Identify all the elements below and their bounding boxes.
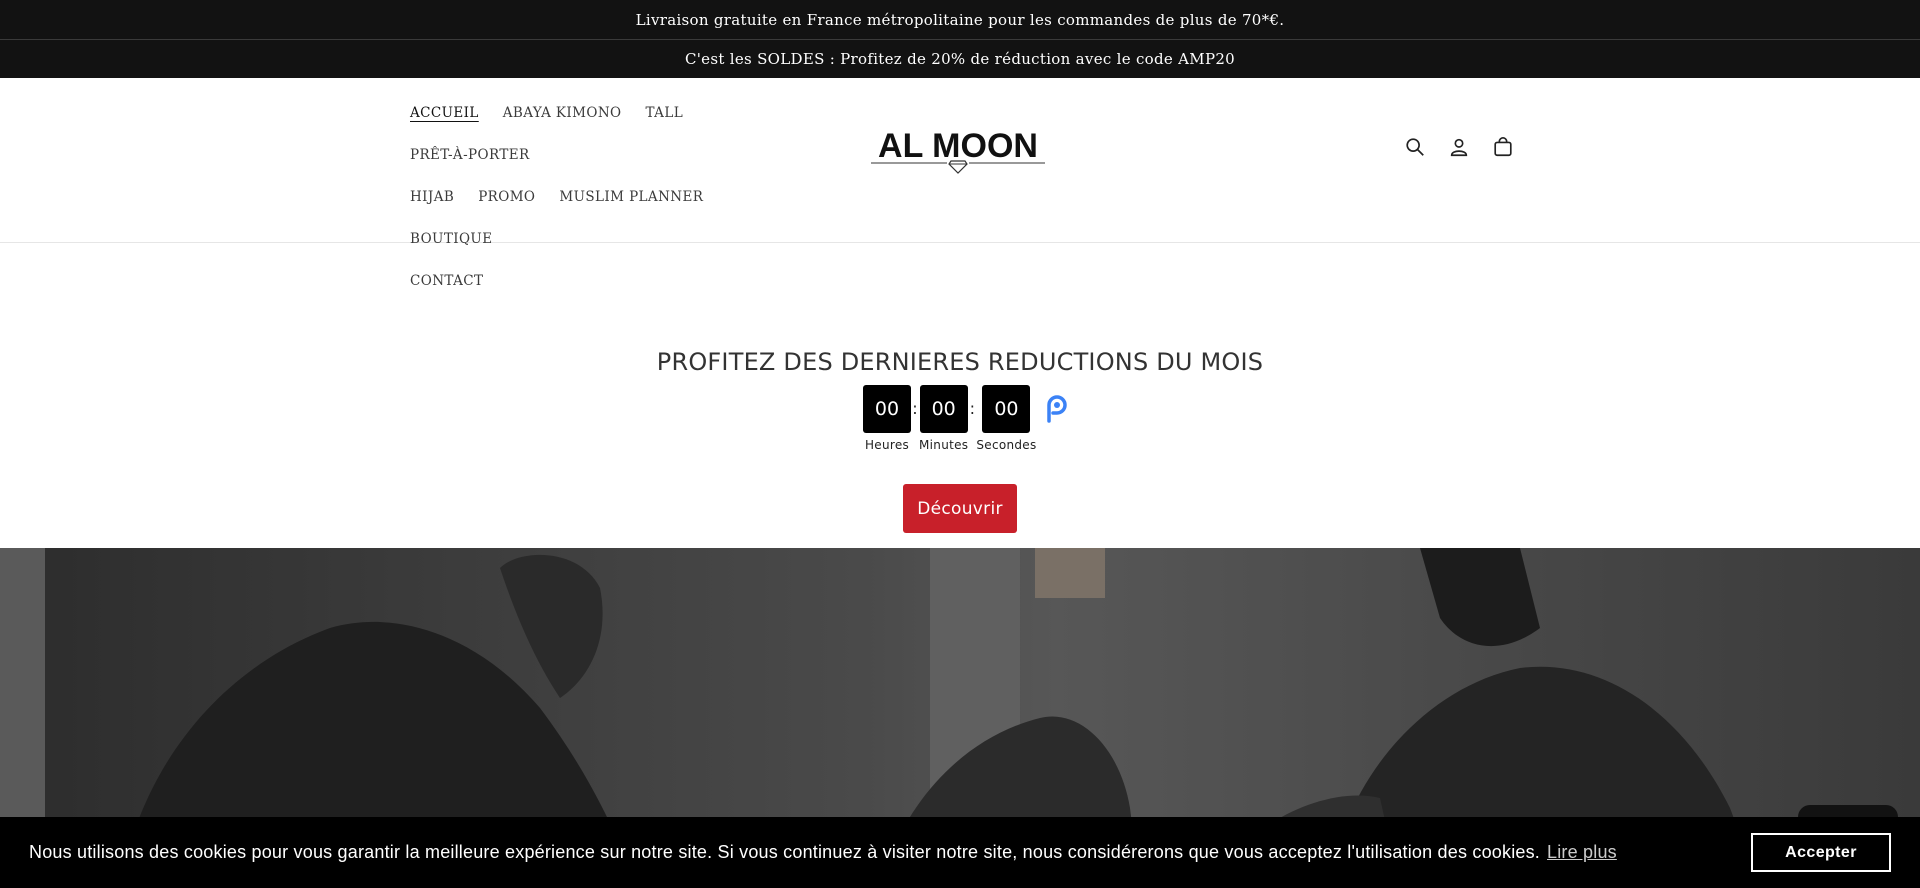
countdown-seconds-value: 00	[982, 385, 1031, 433]
nav-item-pret-a-porter[interactable]: PRÊT-À-PORTER	[398, 134, 542, 176]
cookie-read-more-link[interactable]: Lire plus	[1547, 842, 1617, 863]
countdown-separator: :	[912, 399, 918, 418]
account-icon[interactable]	[1442, 130, 1476, 164]
discover-button[interactable]: Découvrir	[903, 484, 1017, 533]
announcement-bar-shipping: Livraison gratuite en France métropolita…	[0, 0, 1920, 39]
cookie-consent-bar: Nous utilisons des cookies pour vous gar…	[0, 817, 1920, 888]
nav-item-promo[interactable]: PROMO	[466, 176, 547, 218]
announcement-text: Livraison gratuite en France métropolita…	[635, 10, 1285, 29]
countdown-hours: 00 Heures	[863, 385, 911, 452]
nav-item-tall[interactable]: TALL	[634, 92, 696, 134]
announcement-bar-sale: C'est les SOLDES : Profitez de 20% de ré…	[0, 39, 1920, 78]
al-moon-logo[interactable]: AL MOON	[871, 127, 1045, 175]
countdown-hours-value: 00	[863, 385, 911, 433]
nav-item-hijab[interactable]: HIJAB	[398, 176, 466, 218]
promo-title: PROFITEZ DES DERNIERES REDUCTIONS DU MOI…	[656, 348, 1264, 376]
logo-text: AL MOON	[878, 127, 1038, 165]
cart-icon[interactable]	[1486, 130, 1520, 164]
countdown-minutes-label: Minutes	[919, 438, 969, 452]
countdown-seconds-label: Secondes	[976, 438, 1037, 452]
countdown-hours-label: Heures	[864, 438, 910, 452]
nav-item-abaya-kimono[interactable]: ABAYA KIMONO	[491, 92, 634, 134]
countdown-separator: :	[969, 399, 976, 418]
site-header: ACCUEIL ABAYA KIMONO TALL PRÊT-À-PORTER …	[0, 78, 1920, 289]
header-icons	[1398, 130, 1520, 164]
countdown-app-logo-icon[interactable]	[1043, 395, 1069, 425]
cookie-message: Nous utilisons des cookies pour vous gar…	[29, 842, 1541, 862]
chat-widget-tab[interactable]	[1798, 805, 1898, 817]
countdown-seconds: 00 Secondes	[976, 385, 1036, 452]
promo-countdown-section: PROFITEZ DES DERNIERES REDUCTIONS DU MOI…	[0, 243, 1920, 548]
nav-item-accueil[interactable]: ACCUEIL	[398, 92, 491, 134]
cookie-accept-button[interactable]: Accepter	[1751, 833, 1891, 872]
search-icon[interactable]	[1398, 130, 1432, 164]
nav-item-muslim-planner[interactable]: MUSLIM PLANNER	[547, 176, 715, 218]
announcement-text: C'est les SOLDES : Profitez de 20% de ré…	[684, 50, 1236, 68]
countdown-timer: 00 Heures : 00 Minutes : 00 Secondes	[863, 385, 1069, 452]
countdown-minutes: 00 Minutes	[919, 385, 968, 452]
countdown-minutes-value: 00	[919, 385, 968, 433]
